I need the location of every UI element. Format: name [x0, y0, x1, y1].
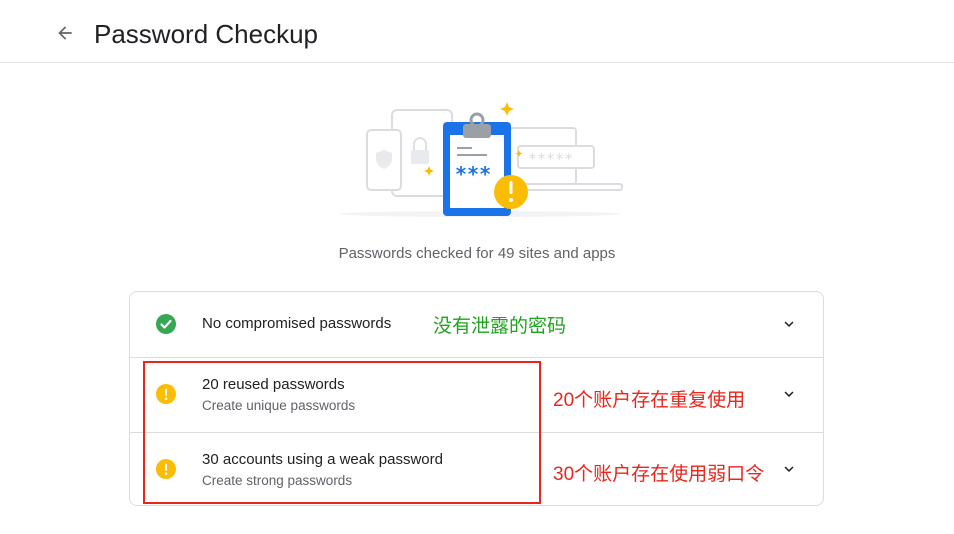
masked-password-text: *****	[528, 150, 573, 168]
password-checkup-illustration: ***** ***	[340, 102, 623, 217]
arrow-left-icon	[58, 26, 72, 40]
checked-sites-summary: Passwords checked for 49 sites and apps	[338, 245, 616, 262]
no-compromised-title: No compromised passwords	[202, 315, 392, 332]
page-title: Password Checkup	[94, 19, 318, 49]
page-header: Password Checkup	[0, 0, 954, 63]
back-button[interactable]	[52, 20, 78, 46]
annotation-highlight-box	[143, 361, 541, 504]
chevron-down-icon[interactable]	[780, 460, 798, 478]
annotation-reused: 20个账户存在重复使用	[553, 390, 746, 411]
annotation-weak: 30个账户存在使用弱口令	[553, 464, 765, 485]
clipboard-password-text: ***	[455, 162, 491, 186]
chevron-down-icon[interactable]	[780, 315, 798, 333]
check-circle-icon	[156, 314, 176, 334]
chevron-down-icon[interactable]	[780, 385, 798, 403]
annotation-no-compromised: 没有泄露的密码	[433, 316, 567, 337]
